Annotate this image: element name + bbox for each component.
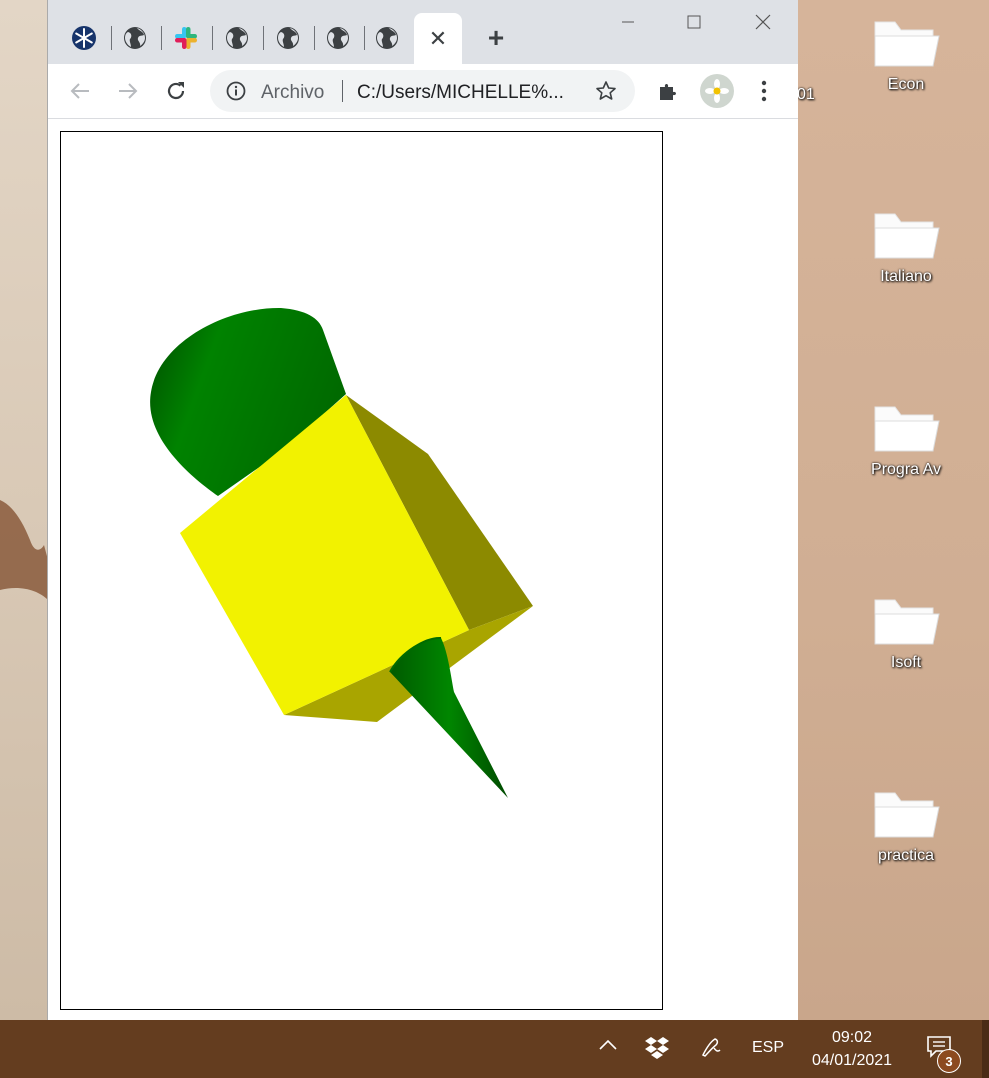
tab-separator <box>212 26 213 50</box>
minimize-button[interactable] <box>608 8 648 36</box>
show-hidden-icons-button[interactable] <box>596 1038 620 1052</box>
desktop-icon-partial-label: 01 <box>797 86 815 103</box>
tab-1[interactable] <box>64 20 104 56</box>
close-icon <box>755 14 771 30</box>
arrow-left-icon <box>70 83 89 99</box>
tab-separator <box>314 26 315 50</box>
desktop-folder-italiano[interactable]: Italiano <box>856 204 956 286</box>
globe-icon <box>226 27 248 49</box>
address-scheme-label: Archivo <box>261 82 325 103</box>
browser-window: ✕ + Archivo C:/Users/MICHELLE%... <box>47 0 798 1020</box>
folder-icon <box>874 21 940 67</box>
tab-7[interactable] <box>367 20 407 56</box>
dropbox-tray-button[interactable] <box>644 1036 670 1060</box>
page-content <box>48 119 798 1020</box>
desktop-folder-label: Isoft <box>890 654 922 671</box>
folder-icon <box>874 792 940 838</box>
tab-2[interactable] <box>115 20 155 56</box>
notification-count-badge: 3 <box>937 1049 961 1073</box>
dropbox-icon <box>645 1037 669 1059</box>
close-tab-icon[interactable]: ✕ <box>429 26 447 52</box>
tab-3[interactable] <box>166 20 206 56</box>
wallpaper-art <box>0 500 48 600</box>
globe-icon <box>277 27 299 49</box>
desktop-folder-label: Italiano <box>880 268 932 285</box>
clock[interactable]: 09:02 04/01/2021 <box>800 1026 904 1072</box>
forward-button[interactable] <box>112 75 144 107</box>
taskbar: ESP 09:02 04/01/2021 3 <box>0 1020 989 1078</box>
kebab-menu-icon <box>761 80 767 102</box>
folder-icon <box>874 213 940 259</box>
globe-icon <box>376 27 398 49</box>
folder-icon <box>874 599 940 645</box>
desktop-folder-progra-av[interactable]: Progra Av <box>856 397 956 479</box>
info-icon[interactable] <box>226 81 246 106</box>
globe-icon <box>327 27 349 49</box>
arrow-right-icon <box>119 83 138 99</box>
tab-6[interactable] <box>318 20 358 56</box>
minimize-icon <box>622 21 634 23</box>
maximize-icon <box>687 15 701 29</box>
desktop-folder-label: Progra Av <box>871 461 941 478</box>
extensions-button[interactable] <box>652 75 684 107</box>
avatar[interactable] <box>700 74 734 108</box>
tab-active[interactable]: ✕ <box>414 13 462 64</box>
desktop-folder-practica[interactable]: practica <box>856 783 956 865</box>
tab-4[interactable] <box>217 20 257 56</box>
globe-icon <box>124 27 146 49</box>
address-divider <box>342 80 343 102</box>
desktop-folder-label: practica <box>877 847 935 864</box>
flower-icon <box>705 79 729 103</box>
back-button[interactable] <box>64 75 96 107</box>
reload-icon <box>167 82 185 100</box>
language-indicator[interactable]: ESP <box>752 1039 784 1057</box>
snowflake-icon <box>72 26 96 50</box>
reload-button[interactable] <box>160 75 192 107</box>
show-desktop-button[interactable] <box>982 1020 989 1078</box>
tab-separator <box>263 26 264 50</box>
pen-icon <box>701 1038 721 1057</box>
bookmark-star-icon[interactable] <box>595 80 617 107</box>
desktop-folder-label: Econ <box>887 76 925 93</box>
clock-date: 04/01/2021 <box>811 1052 893 1069</box>
menu-button[interactable] <box>748 75 780 107</box>
address-url[interactable]: C:/Users/MICHELLE%... <box>357 82 564 104</box>
address-bar[interactable]: Archivo C:/Users/MICHELLE%... <box>210 70 635 112</box>
slack-icon <box>175 27 197 49</box>
chevron-up-icon <box>599 1039 617 1050</box>
tab-separator <box>111 26 112 50</box>
new-tab-button[interactable]: + <box>480 22 512 54</box>
render-canvas[interactable] <box>60 131 663 1010</box>
desktop-wallpaper-left <box>0 0 48 1020</box>
tab-separator <box>161 26 162 50</box>
tab-strip: ✕ + <box>48 0 798 64</box>
close-window-button[interactable] <box>743 8 783 36</box>
desktop-folder-econ[interactable]: Econ <box>856 12 956 94</box>
clock-time: 09:02 <box>831 1029 873 1046</box>
3d-pushpin-render <box>150 307 533 798</box>
browser-toolbar: Archivo C:/Users/MICHELLE%... <box>48 64 798 119</box>
pen-tray-button[interactable] <box>698 1036 724 1060</box>
desktop-wallpaper-right <box>797 0 989 1020</box>
folder-icon <box>874 406 940 452</box>
tab-5[interactable] <box>268 20 308 56</box>
maximize-button[interactable] <box>674 8 714 36</box>
desktop-folder-isoft[interactable]: Isoft <box>856 590 956 672</box>
tab-separator <box>364 26 365 50</box>
puzzle-icon <box>660 84 676 100</box>
